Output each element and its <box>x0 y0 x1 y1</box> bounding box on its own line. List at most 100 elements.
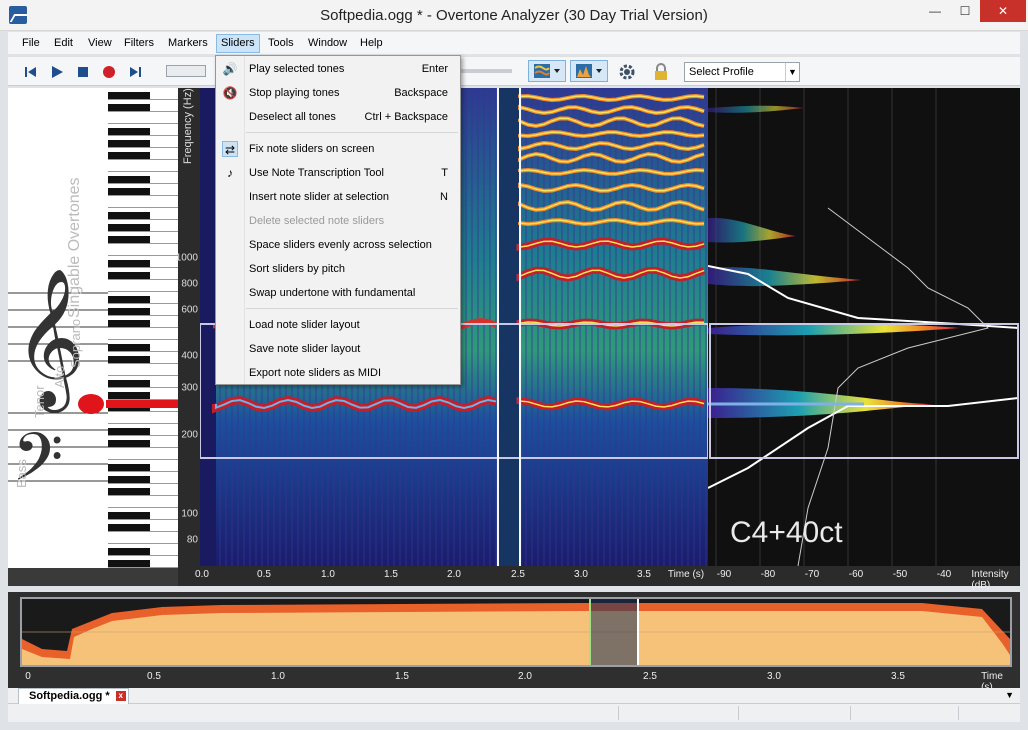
freq-tick: 1000 <box>175 252 198 264</box>
skip-back-icon <box>25 67 36 77</box>
menu-item-label: Delete selected note sliders <box>249 215 385 227</box>
overview-tick: 3.5 <box>891 671 905 682</box>
lock-button[interactable] <box>652 63 670 81</box>
menu-item-sort-sliders-by-pitch[interactable]: Sort sliders by pitch <box>216 258 460 280</box>
menu-view[interactable]: View <box>84 34 116 53</box>
frequency-axis: Frequency (Hz) 1000 800 600 400 300 200 … <box>175 88 200 566</box>
time-tick: 0.5 <box>257 569 271 580</box>
skip-forward-button[interactable] <box>126 63 144 81</box>
range-label-soprano: Soprano <box>68 318 83 368</box>
time-tick: 1.5 <box>384 569 398 580</box>
intensity-tick: -60 <box>848 569 864 580</box>
tab-list-chevron-icon[interactable]: ▼ <box>1005 690 1014 700</box>
menu-item-fix-note-sliders[interactable]: ⇄ Fix note sliders on screen <box>216 138 460 160</box>
menu-item-shortcut: Backspace <box>394 87 448 99</box>
overview-tick: 2.5 <box>643 671 657 682</box>
profile-select[interactable]: Select Profile ▼ <box>684 62 800 82</box>
menu-item-label: Use Note Transcription Tool <box>249 167 384 179</box>
freq-tick: 600 <box>181 304 198 316</box>
freq-tick: 200 <box>181 429 198 441</box>
menu-item-shortcut: Ctrl + Backspace <box>364 111 448 123</box>
time-tick: 3.5 <box>637 569 651 580</box>
overview-tick: 3.0 <box>767 671 781 682</box>
freq-tick: 80 <box>186 534 198 546</box>
time-tick: 2.5 <box>511 569 525 580</box>
menu-item-play-selected-tones[interactable]: 🔊 Play selected tones Enter <box>216 58 460 80</box>
overview-tick: 0.5 <box>147 671 161 682</box>
waveform-image <box>22 599 1010 665</box>
menu-item-space-sliders-evenly[interactable]: Space sliders evenly across selection <box>216 234 460 256</box>
tab-close-icon[interactable]: x <box>115 691 126 701</box>
menu-item-label: Insert note slider at selection <box>249 191 390 203</box>
settings-button[interactable] <box>618 63 636 81</box>
range-label-bass: Bass <box>14 459 29 488</box>
menu-item-label: Space sliders evenly across selection <box>249 239 432 251</box>
menu-item-shortcut: N <box>440 191 448 203</box>
menu-item-export-midi[interactable]: Export note sliders as MIDI <box>216 362 460 384</box>
range-label-alto: Alto <box>52 365 67 388</box>
menu-item-label: Load note slider layout <box>249 319 360 331</box>
spectrogram-view-button[interactable] <box>528 60 566 82</box>
tab-softpedia-ogg[interactable]: Softpedia.ogg * x <box>18 688 129 704</box>
play-button[interactable] <box>48 63 66 81</box>
status-divider <box>850 706 851 720</box>
spectrogram-icon <box>534 64 560 78</box>
profile-select-value: Select Profile <box>689 66 754 78</box>
menu-item-stop-playing-tones[interactable]: 🔇 Stop playing tones Backspace <box>216 82 460 104</box>
intensity-tick: -80 <box>760 569 776 580</box>
tab-label: Softpedia.ogg * <box>29 690 110 702</box>
time-tick: 2.0 <box>447 569 461 580</box>
range-label-overtones: Singable Overtones <box>66 177 83 318</box>
menu-item-label: Deselect all tones <box>249 111 336 123</box>
menu-item-insert-note-slider[interactable]: Insert note slider at selection N <box>216 186 460 208</box>
menu-item-label: Stop playing tones <box>249 87 340 99</box>
record-icon <box>103 66 115 78</box>
analysis-panel: 𝄞 𝄢 Singable Overtones Soprano Alto Teno… <box>8 88 1020 591</box>
note-cursor-icon: ♪ <box>227 166 233 180</box>
menu-filters[interactable]: Filters <box>120 34 158 53</box>
menu-edit[interactable]: Edit <box>50 34 77 53</box>
status-divider <box>958 706 959 720</box>
menu-sliders[interactable]: Sliders <box>216 34 260 53</box>
record-button[interactable] <box>100 63 118 81</box>
time-tick: 1.0 <box>321 569 335 580</box>
playback-slider[interactable] <box>460 69 512 73</box>
piano-keyboard-panel[interactable]: 𝄞 𝄢 Singable Overtones Soprano Alto Teno… <box>8 88 178 568</box>
menu-item-save-layout[interactable]: Save note slider layout <box>216 338 460 360</box>
menu-item-label: Sort sliders by pitch <box>249 263 345 275</box>
minimize-button[interactable]: — <box>920 0 950 22</box>
time-tick: 0.0 <box>195 569 209 580</box>
menu-window[interactable]: Window <box>304 34 351 53</box>
spectrum-view-button[interactable] <box>570 60 608 82</box>
intensity-tick: -70 <box>804 569 820 580</box>
close-window-button[interactable]: ✕ <box>980 0 1026 22</box>
time-tick: 3.0 <box>574 569 588 580</box>
skip-back-button[interactable] <box>22 63 40 81</box>
time-axis-label: Time (s) <box>667 569 705 580</box>
overview-panel: 0 0.5 1.0 1.5 2.0 2.5 3.0 3.5 Time (s) <box>8 592 1020 693</box>
intensity-plot[interactable]: C4+40ct <box>708 88 1020 566</box>
menu-help[interactable]: Help <box>356 34 387 53</box>
menu-item-shortcut: T <box>441 167 448 179</box>
intensity-axis-label: Intensity (dB) <box>971 569 1009 591</box>
sliders-menu-dropdown: 🔊 Play selected tones Enter 🔇 Stop playi… <box>215 55 461 385</box>
menu-item-load-layout[interactable]: Load note slider layout <box>216 314 460 336</box>
menu-tools[interactable]: Tools <box>264 34 298 53</box>
menu-file[interactable]: File <box>18 34 44 53</box>
menu-item-note-transcription-tool[interactable]: ♪ Use Note Transcription Tool T <box>216 162 460 184</box>
volume-slider[interactable] <box>166 65 206 77</box>
status-divider <box>618 706 619 720</box>
menu-item-shortcut: Enter <box>421 63 448 75</box>
maximize-button[interactable]: ☐ <box>950 0 980 22</box>
range-label-tenor: Tenor <box>32 385 47 418</box>
menu-bar: File Edit View Filters Markers Sliders T… <box>8 32 1020 54</box>
menu-item-deselect-all-tones[interactable]: Deselect all tones Ctrl + Backspace <box>216 106 460 128</box>
menu-separator <box>246 132 458 133</box>
menu-markers[interactable]: Markers <box>164 34 212 53</box>
stop-button[interactable] <box>74 63 92 81</box>
menu-item-swap-undertone[interactable]: Swap undertone with fundamental <box>216 282 460 304</box>
overview-waveform[interactable] <box>20 597 1012 667</box>
stop-icon <box>78 67 88 77</box>
time-axis: 0.0 0.5 1.0 1.5 2.0 2.5 3.0 3.5 Time (s)… <box>178 566 1020 591</box>
freq-tick: 100 <box>181 508 198 520</box>
